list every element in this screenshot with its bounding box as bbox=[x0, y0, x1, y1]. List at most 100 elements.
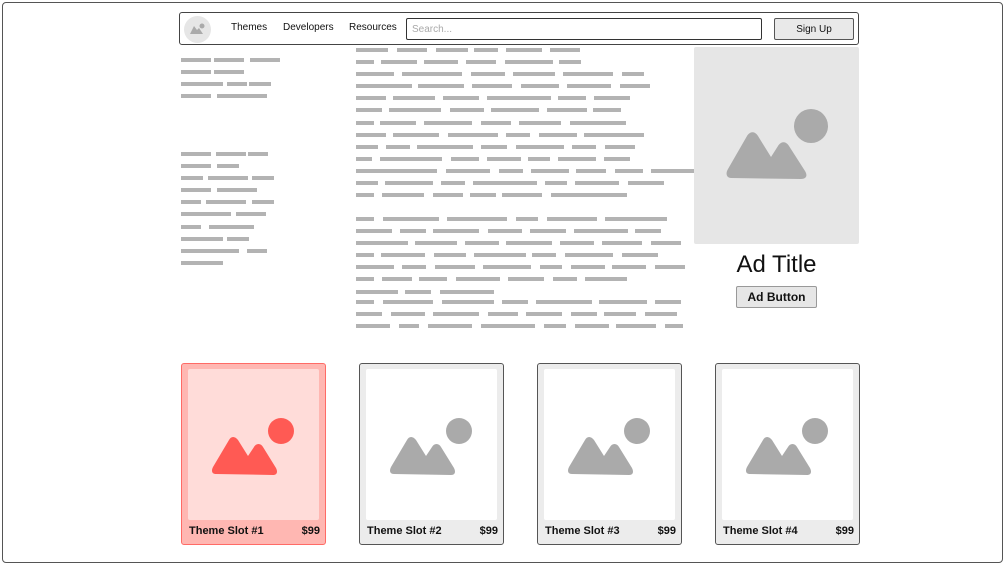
theme-preview bbox=[188, 369, 319, 520]
placeholder-text-segment bbox=[227, 82, 247, 87]
theme-card[interactable]: Theme Slot #1 $99 bbox=[181, 363, 326, 545]
placeholder-text-segment bbox=[383, 300, 433, 304]
placeholder-text-segment bbox=[206, 200, 246, 205]
theme-price: $99 bbox=[835, 525, 854, 537]
placeholder-text-segment bbox=[356, 96, 386, 101]
placeholder-text-segment bbox=[356, 108, 382, 113]
placeholder-text-segment bbox=[399, 324, 419, 329]
search-input[interactable] bbox=[406, 18, 762, 40]
placeholder-text-segment bbox=[612, 265, 646, 270]
placeholder-text-line bbox=[181, 164, 293, 169]
placeholder-text-segment bbox=[560, 241, 594, 246]
placeholder-text-segment bbox=[466, 60, 496, 65]
placeholder-text-segment bbox=[635, 229, 661, 234]
placeholder-text-segment bbox=[419, 277, 447, 282]
theme-card[interactable]: Theme Slot #2 $99 bbox=[359, 363, 504, 545]
placeholder-text-segment bbox=[433, 193, 463, 198]
placeholder-text-line bbox=[181, 212, 293, 217]
placeholder-text-segment bbox=[418, 84, 464, 89]
placeholder-text-segment bbox=[446, 169, 490, 173]
placeholder-text-segment bbox=[356, 229, 392, 234]
placeholder-text-line bbox=[356, 229, 674, 234]
placeholder-text-line bbox=[356, 253, 674, 258]
nav-link-themes[interactable]: Themes bbox=[231, 22, 267, 33]
image-placeholder-icon bbox=[212, 418, 294, 475]
sign-up-button[interactable]: Sign Up bbox=[774, 18, 854, 40]
ad-image[interactable] bbox=[694, 47, 859, 244]
placeholder-text-segment bbox=[181, 94, 211, 99]
placeholder-text-segment bbox=[539, 132, 577, 137]
placeholder-text-segment bbox=[356, 60, 374, 65]
placeholder-text-segment bbox=[505, 60, 553, 65]
placeholder-text-line bbox=[181, 236, 293, 241]
placeholder-text-segment bbox=[502, 193, 542, 198]
placeholder-text-segment bbox=[356, 169, 378, 173]
placeholder-text-segment bbox=[506, 132, 530, 137]
placeholder-text-segment bbox=[655, 300, 681, 304]
placeholder-text-line bbox=[181, 224, 293, 229]
placeholder-text-segment bbox=[645, 312, 677, 317]
placeholder-text-segment bbox=[209, 224, 254, 229]
placeholder-text-segment bbox=[356, 120, 374, 125]
ad-button[interactable]: Ad Button bbox=[736, 286, 817, 308]
article-paragraph bbox=[356, 217, 685, 302]
placeholder-text-segment bbox=[385, 181, 433, 186]
placeholder-text-segment bbox=[247, 248, 267, 253]
placeholder-text-segment bbox=[585, 277, 627, 282]
placeholder-text-segment bbox=[356, 324, 390, 329]
placeholder-text-line bbox=[356, 84, 674, 89]
placeholder-text-line bbox=[356, 72, 674, 77]
image-placeholder-icon bbox=[568, 418, 650, 475]
placeholder-text-line bbox=[181, 58, 293, 62]
nav-link-resources[interactable]: Resources bbox=[349, 22, 397, 33]
placeholder-text-segment bbox=[553, 277, 577, 282]
placeholder-text-segment bbox=[665, 324, 683, 329]
placeholder-text-segment bbox=[516, 144, 564, 149]
image-placeholder-icon bbox=[746, 418, 828, 475]
placeholder-text-segment bbox=[443, 96, 479, 101]
placeholder-text-segment bbox=[487, 156, 521, 161]
placeholder-text-segment bbox=[356, 312, 382, 317]
placeholder-text-segment bbox=[575, 181, 619, 186]
navbar: Themes Developers Resources Sign Up bbox=[179, 12, 859, 45]
placeholder-text-segment bbox=[181, 200, 201, 205]
placeholder-text-segment bbox=[252, 200, 274, 205]
placeholder-text-segment bbox=[481, 144, 507, 149]
placeholder-text-segment bbox=[551, 193, 627, 198]
placeholder-text-segment bbox=[356, 300, 374, 304]
placeholder-text-segment bbox=[181, 224, 201, 229]
placeholder-text-line bbox=[356, 108, 674, 113]
logo[interactable] bbox=[184, 16, 211, 43]
theme-card[interactable]: Theme Slot #3 $99 bbox=[537, 363, 682, 545]
placeholder-text-segment bbox=[531, 169, 569, 173]
theme-card[interactable]: Theme Slot #4 $99 bbox=[715, 363, 860, 545]
placeholder-text-segment bbox=[450, 108, 484, 113]
placeholder-text-segment bbox=[181, 58, 211, 62]
placeholder-text-line bbox=[356, 324, 683, 329]
nav-link-developers[interactable]: Developers bbox=[283, 22, 334, 33]
placeholder-text-segment bbox=[383, 217, 439, 221]
placeholder-text-segment bbox=[567, 84, 611, 89]
placeholder-text-segment bbox=[400, 229, 426, 234]
placeholder-text-segment bbox=[532, 253, 556, 258]
image-placeholder-icon bbox=[190, 23, 205, 34]
app-frame: Themes Developers Resources Sign Up Ad T… bbox=[2, 2, 1003, 563]
placeholder-text-segment bbox=[181, 212, 231, 217]
placeholder-text-line bbox=[356, 300, 681, 304]
placeholder-text-segment bbox=[381, 253, 425, 258]
placeholder-text-segment bbox=[356, 217, 374, 221]
placeholder-text-segment bbox=[433, 229, 479, 234]
placeholder-text-segment bbox=[473, 181, 537, 186]
placeholder-text-segment bbox=[465, 241, 499, 246]
placeholder-text-segment bbox=[181, 152, 211, 156]
placeholder-text-line bbox=[356, 120, 674, 125]
placeholder-text-segment bbox=[502, 300, 528, 304]
theme-name: Theme Slot #2 bbox=[367, 525, 442, 537]
placeholder-text-line bbox=[356, 48, 674, 52]
theme-preview bbox=[544, 369, 675, 520]
placeholder-text-segment bbox=[604, 156, 630, 161]
placeholder-text-segment bbox=[474, 253, 526, 258]
placeholder-text-line bbox=[356, 144, 674, 149]
placeholder-text-segment bbox=[506, 241, 552, 246]
placeholder-text-segment bbox=[441, 181, 465, 186]
